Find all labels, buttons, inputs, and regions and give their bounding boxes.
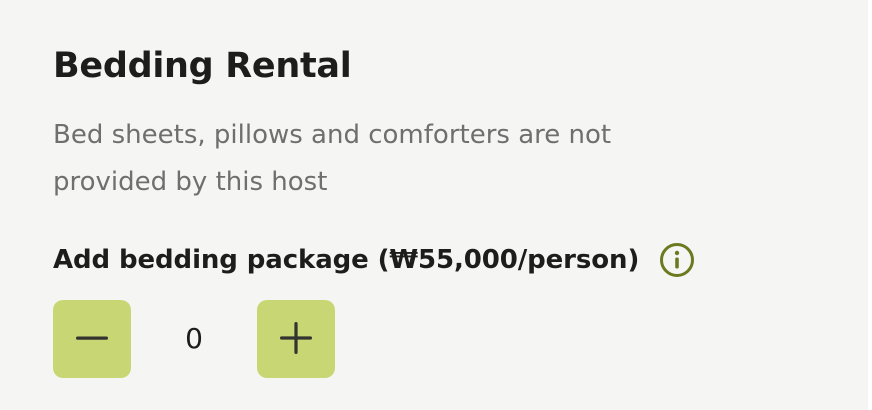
section-title: Bedding Rental [53, 46, 352, 86]
increment-button[interactable] [257, 300, 335, 378]
quantity-value: 0 [185, 322, 203, 355]
bedding-package-label: Add bedding package (₩55,000/person) [53, 245, 640, 275]
plus-icon [279, 321, 313, 358]
description-line-1: Bed sheets, pillows and comforters are n… [53, 120, 612, 150]
quantity-stepper: 0 [53, 300, 335, 378]
decrement-button[interactable] [53, 300, 131, 378]
bedding-rental-card: Bedding Rental Bed sheets, pillows and c… [0, 0, 868, 410]
info-icon[interactable] [659, 242, 695, 278]
description-line-2: provided by this host [53, 167, 328, 197]
bedding-package-row: Add bedding package (₩55,000/person) [53, 238, 695, 282]
minus-icon [75, 321, 109, 358]
page-edge [868, 0, 872, 410]
section-description: Bed sheets, pillows and comforters are n… [53, 112, 753, 206]
